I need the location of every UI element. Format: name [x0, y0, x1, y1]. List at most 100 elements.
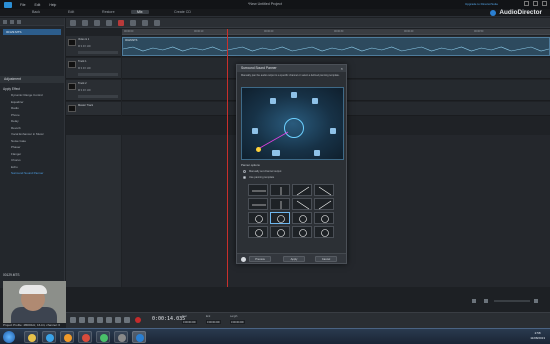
- end-field[interactable]: 0:00:00.000: [206, 320, 221, 324]
- volume-bar[interactable]: [78, 95, 118, 98]
- browser-icon: [46, 334, 54, 342]
- master-track-header[interactable]: Master Track: [66, 102, 121, 116]
- volume-bar[interactable]: [78, 73, 118, 76]
- cancel-button[interactable]: Cancel: [315, 256, 337, 262]
- zoom-controls[interactable]: [470, 298, 550, 304]
- track-controls[interactable]: M S FX 100: [78, 89, 91, 92]
- audio-clip[interactable]: 00129.MTS: [122, 37, 550, 56]
- template-tile[interactable]: [270, 226, 290, 238]
- track-header[interactable]: Track 2 M S FX 100: [66, 80, 121, 101]
- apply-button[interactable]: Apply: [283, 256, 305, 262]
- menu-help[interactable]: Help: [49, 3, 56, 7]
- volume-bar[interactable]: [78, 51, 118, 54]
- media-item[interactable]: 00129.MTS: [3, 29, 61, 35]
- step-forward-icon[interactable]: [106, 317, 112, 323]
- taskbar-app[interactable]: [78, 331, 92, 343]
- template-tile[interactable]: [314, 198, 334, 210]
- track-thumbnail: [68, 83, 76, 90]
- template-tile[interactable]: [248, 212, 268, 224]
- marker-icon[interactable]: [142, 19, 148, 26]
- template-tile[interactable]: [314, 212, 334, 224]
- track-thumbnail: [68, 61, 76, 68]
- template-tile[interactable]: [270, 184, 290, 196]
- length-field[interactable]: 0:00:00.000: [230, 320, 245, 324]
- import-icon[interactable]: [3, 19, 7, 24]
- preview-label: 00129.MTS: [3, 273, 20, 277]
- template-tile[interactable]: [314, 184, 334, 196]
- track-header[interactable]: Track 1 M S FX 100: [66, 58, 121, 79]
- edit-icon[interactable]: [130, 19, 136, 26]
- template-tile[interactable]: [248, 226, 268, 238]
- radio-template[interactable]: Use panning template: [243, 176, 274, 179]
- track-header[interactable]: Video & 1 M S FX 100: [66, 36, 121, 57]
- template-tile[interactable]: [270, 198, 290, 210]
- rewind-icon[interactable]: [88, 317, 94, 323]
- back-button[interactable]: Back: [32, 10, 40, 14]
- template-tile[interactable]: [292, 198, 312, 210]
- effect-item-selected[interactable]: Surround Sound Panner: [3, 170, 63, 177]
- step-back-icon[interactable]: [97, 317, 103, 323]
- tab-edit[interactable]: Edit: [68, 10, 74, 14]
- template-tile[interactable]: [292, 226, 312, 238]
- track-lane[interactable]: 00129.MTS: [122, 36, 550, 57]
- template-tile[interactable]: [248, 198, 268, 210]
- track-controls[interactable]: M S FX 100: [78, 67, 91, 70]
- taskbar-app[interactable]: [114, 331, 128, 343]
- folder-icon[interactable]: [10, 19, 14, 24]
- pan-position-handle[interactable]: [256, 147, 261, 152]
- track-name: Track 1: [78, 60, 87, 63]
- maximize-icon[interactable]: [533, 1, 538, 6]
- audiodirector-icon: [136, 334, 144, 342]
- radio-button-selected[interactable]: [243, 176, 246, 179]
- add-track-icon[interactable]: [70, 19, 76, 26]
- snap-icon[interactable]: [154, 19, 160, 26]
- taskbar-audiodirector[interactable]: [132, 331, 146, 343]
- delete-icon[interactable]: [118, 19, 124, 26]
- list-view-icon[interactable]: [17, 19, 21, 24]
- app-icon: [100, 334, 108, 342]
- template-tile[interactable]: [292, 184, 312, 196]
- loop-icon[interactable]: [124, 317, 130, 323]
- taskbar-media[interactable]: [60, 331, 74, 343]
- close-icon[interactable]: [542, 1, 547, 6]
- app-logo-icon[interactable]: [4, 1, 12, 8]
- tab-restore[interactable]: Restore: [102, 10, 115, 14]
- upgrade-link[interactable]: Upgrade to DirectorSuite: [465, 2, 498, 6]
- preview-button[interactable]: Preview: [249, 256, 271, 262]
- template-tile[interactable]: [314, 226, 334, 238]
- tab-mix[interactable]: Mix: [131, 10, 149, 14]
- menu-file[interactable]: File: [20, 3, 25, 7]
- track-name: Master Track: [78, 104, 93, 107]
- tab-create-cd[interactable]: Create CD: [174, 10, 191, 14]
- help-icon[interactable]: [241, 256, 246, 262]
- start-button-icon[interactable]: [3, 331, 15, 343]
- radio-manual[interactable]: Manually set channel output: [243, 170, 281, 173]
- empty-track-headers: [66, 135, 121, 287]
- play-icon[interactable]: [70, 317, 76, 323]
- paste-icon[interactable]: [94, 19, 100, 26]
- taskbar-app[interactable]: [96, 331, 110, 343]
- copy-icon[interactable]: [82, 19, 88, 26]
- taskbar-explorer[interactable]: [24, 331, 38, 343]
- fast-forward-icon[interactable]: [115, 317, 121, 323]
- menu-edit[interactable]: Edit: [34, 3, 40, 7]
- record-icon[interactable]: [135, 317, 141, 323]
- playhead[interactable]: [227, 29, 228, 287]
- track-controls[interactable]: M S FX 100: [78, 45, 91, 48]
- minimize-icon[interactable]: [524, 1, 529, 6]
- system-clock[interactable]: 2:58 11/08/2013: [530, 331, 545, 340]
- split-icon[interactable]: [106, 19, 112, 26]
- close-icon[interactable]: ×: [341, 66, 343, 71]
- radio-button[interactable]: [243, 170, 246, 173]
- time-ruler[interactable]: 00:00:00 00:00:10 00:00:20 00:00:30 00:0…: [122, 29, 550, 35]
- panner-options-label: Panner options: [241, 163, 260, 167]
- dialog-title: Surround Sound Panner: [237, 65, 346, 72]
- surround-panner-view[interactable]: [241, 87, 344, 160]
- start-field[interactable]: 0:00:00.000: [182, 320, 197, 324]
- folder-icon: [28, 334, 36, 342]
- template-tile[interactable]: [292, 212, 312, 224]
- taskbar-ie[interactable]: [42, 331, 56, 343]
- template-tile[interactable]: [248, 184, 268, 196]
- template-tile-selected[interactable]: [270, 212, 290, 224]
- stop-icon[interactable]: [79, 317, 85, 323]
